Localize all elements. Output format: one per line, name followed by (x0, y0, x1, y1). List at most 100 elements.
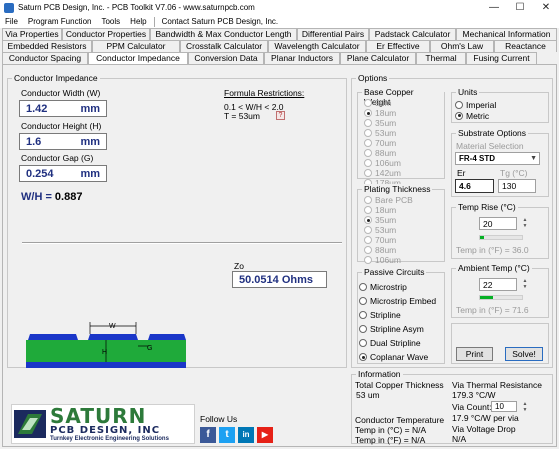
radio-button[interactable] (364, 206, 372, 214)
tab-conductor-impedance[interactable]: Conductor Impedance (88, 52, 188, 64)
tab-er-effective[interactable]: Er Effective (366, 40, 430, 52)
menu-file[interactable]: File (0, 17, 23, 26)
er-input[interactable]: 4.6 (455, 179, 494, 193)
tab-wavelength-calculator[interactable]: Wavelength Calculator (268, 40, 366, 52)
base-copper-option[interactable]: 35um (364, 118, 401, 128)
tab-ppm-calculator[interactable]: PPM Calculator (92, 40, 180, 52)
radio-button[interactable] (364, 129, 372, 137)
close-button[interactable]: ✕ (533, 0, 559, 15)
ambient-temp-input[interactable]: 22 (479, 278, 517, 291)
units-option-imperial[interactable]: Imperial (455, 99, 496, 110)
tab-bandwidth[interactable]: Bandwidth & Max Conductor Length (150, 28, 297, 40)
radio-button[interactable] (455, 100, 463, 109)
conductor-gap-field[interactable]: 0.254 mm (19, 165, 107, 182)
plating-option[interactable]: 70um (364, 235, 413, 245)
restriction-t: T = 53um (224, 111, 260, 121)
plating-option[interactable]: 106um (364, 255, 413, 265)
tab-crosstalk-calculator[interactable]: Crosstalk Calculator (180, 40, 268, 52)
conductor-width-field[interactable]: 1.42 mm (19, 100, 107, 117)
radio-button[interactable] (359, 325, 367, 333)
twitter-icon[interactable]: t (219, 427, 235, 443)
base-copper-option[interactable]: 142um (364, 168, 401, 178)
passive-option-coplanar-wave[interactable]: Coplanar Wave (359, 350, 436, 364)
plating-option[interactable]: 18um (364, 205, 413, 215)
radio-button[interactable] (364, 226, 372, 234)
ambient-temp-spinner[interactable]: ▲ ▼ (520, 278, 530, 290)
menu-program-function[interactable]: Program Function (23, 17, 97, 26)
tab-conductor-properties[interactable]: Conductor Properties (62, 28, 150, 40)
youtube-icon[interactable]: ▶ (257, 427, 273, 443)
maximize-button[interactable]: ☐ (507, 0, 533, 15)
plating-option[interactable]: 88um (364, 245, 413, 255)
logo-sub: PCB DESIGN, INC (50, 425, 161, 436)
base-copper-option[interactable]: 53um (364, 128, 401, 138)
tab-fusing-current[interactable]: Fusing Current (466, 52, 537, 64)
radio-button[interactable] (364, 169, 372, 177)
radio-button[interactable] (364, 246, 372, 254)
conductor-width-value: 1.42 (26, 102, 48, 115)
radio-button[interactable] (364, 119, 372, 127)
radio-button[interactable] (359, 283, 367, 291)
units-option-metric[interactable]: Metric (455, 110, 496, 121)
radio-button[interactable] (364, 159, 372, 167)
radio-button[interactable] (359, 339, 367, 347)
temp-rise-title: Temp Rise (°C) (456, 202, 518, 212)
base-copper-option[interactable]: 9um (364, 98, 401, 108)
base-copper-option[interactable]: 70um (364, 138, 401, 148)
tab-mechanical-information[interactable]: Mechanical Information (456, 28, 557, 40)
minimize-button[interactable]: — (481, 0, 507, 15)
solve-button[interactable]: Solve! (505, 347, 543, 361)
menu-contact[interactable]: Contact Saturn PCB Design, Inc. (157, 17, 284, 26)
via-count-spinner[interactable]: ▲ ▼ (520, 401, 530, 413)
radio-button[interactable] (364, 236, 372, 244)
base-copper-option[interactable]: 106um (364, 158, 401, 168)
radio-button[interactable] (455, 111, 463, 120)
tab-thermal[interactable]: Thermal (416, 52, 466, 64)
radio-button[interactable] (359, 297, 367, 305)
passive-option-stripline-asym[interactable]: Stripline Asym (359, 322, 436, 336)
tab-ohms-law[interactable]: Ohm's Law (430, 40, 494, 52)
conductor-height-field[interactable]: 1.6 mm (19, 133, 107, 150)
tab-padstack-calculator[interactable]: Padstack Calculator (369, 28, 456, 40)
base-copper-option[interactable]: 88um (364, 148, 401, 158)
temp-rise-spinner[interactable]: ▲ ▼ (520, 217, 530, 229)
radio-button[interactable] (364, 216, 372, 224)
tg-input[interactable]: 130 (498, 179, 536, 193)
facebook-icon[interactable]: f (200, 427, 216, 443)
passive-option-stripline[interactable]: Stripline (359, 308, 436, 322)
tab-plane-calculator[interactable]: Plane Calculator (340, 52, 416, 64)
radio-button[interactable] (364, 149, 372, 157)
tab-reactance[interactable]: Reactance (494, 40, 557, 52)
base-copper-option[interactable]: 18um (364, 108, 401, 118)
menu-tools[interactable]: Tools (96, 17, 125, 26)
radio-button[interactable] (364, 196, 372, 204)
radio-button[interactable] (359, 311, 367, 319)
temp-rise-input[interactable]: 20 (479, 217, 517, 230)
print-button[interactable]: Print (456, 347, 493, 361)
tab-differential-pairs[interactable]: Differential Pairs (297, 28, 369, 40)
tab-conversion-data[interactable]: Conversion Data (188, 52, 264, 64)
passive-option-dual-stripline[interactable]: Dual Stripline (359, 336, 436, 350)
plating-option[interactable]: 35um (364, 215, 413, 225)
radio-button[interactable] (364, 99, 372, 107)
temp-rise-slider[interactable] (479, 235, 523, 240)
radio-button[interactable] (364, 139, 372, 147)
tab-embedded-resistors[interactable]: Embedded Resistors (2, 40, 92, 52)
ambient-temp-slider[interactable] (479, 295, 523, 300)
tab-conductor-spacing[interactable]: Conductor Spacing (2, 52, 88, 64)
tab-via-properties[interactable]: Via Properties (2, 28, 62, 40)
via-count-input[interactable]: 10 (491, 401, 517, 412)
help-icon[interactable]: ? (276, 111, 285, 120)
diagram-h-label: H (102, 349, 107, 356)
material-select[interactable]: FR-4 STD ▼ (455, 152, 540, 165)
menu-help[interactable]: Help (125, 17, 151, 26)
radio-button[interactable] (364, 256, 372, 264)
plating-option[interactable]: Bare PCB (364, 195, 413, 205)
linkedin-icon[interactable]: in (238, 427, 254, 443)
tab-planar-inductors[interactable]: Planar Inductors (264, 52, 340, 64)
passive-option-microstrip[interactable]: Microstrip (359, 280, 436, 294)
passive-option-microstrip-embed[interactable]: Microstrip Embed (359, 294, 436, 308)
plating-option[interactable]: 53um (364, 225, 413, 235)
radio-button[interactable] (364, 109, 372, 117)
radio-button[interactable] (359, 353, 367, 361)
